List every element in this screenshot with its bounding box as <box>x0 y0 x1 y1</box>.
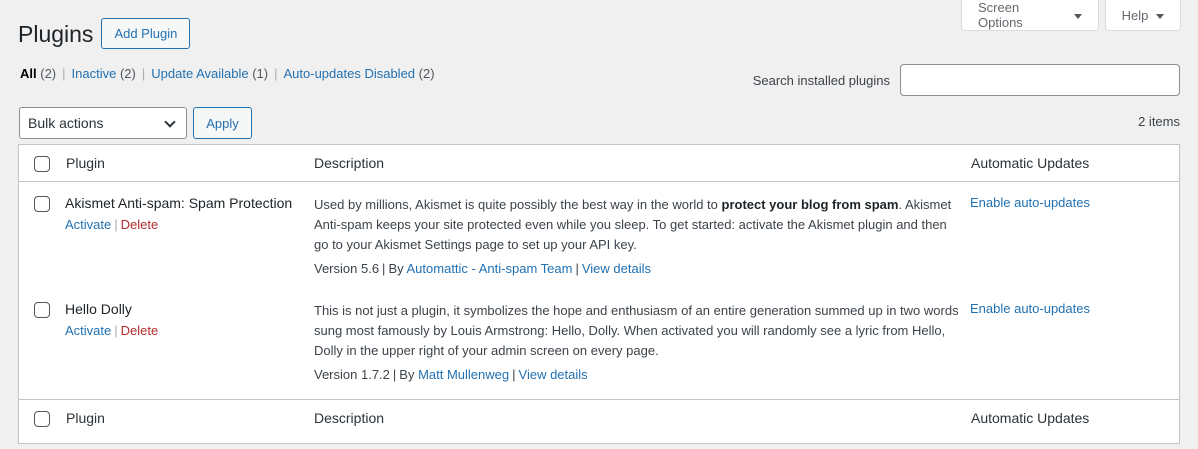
plugin-status-filters: All (2) | Inactive (2) | Update Availabl… <box>20 66 435 81</box>
filter-inactive[interactable]: Inactive <box>72 66 117 81</box>
filter-inactive-count: (2) <box>119 66 136 81</box>
activate-link[interactable]: Activate <box>65 323 111 338</box>
description-bold: protect your blog from spam <box>721 197 899 212</box>
separator: | <box>141 66 146 81</box>
items-count: 2 items <box>1138 114 1180 129</box>
tablenav-top: Bulk actions Apply 2 items <box>18 106 1180 140</box>
separator: | <box>512 367 516 382</box>
plugin-description: Used by millions, Akismet is quite possi… <box>314 195 959 255</box>
description-text: This is not just a plugin, it symbolizes… <box>314 303 959 358</box>
plugin-name: Hello Dolly <box>65 301 132 317</box>
bulk-actions-value: Bulk actions <box>28 115 104 131</box>
screen-meta-links: Screen Options Help <box>961 0 1181 31</box>
select-all-checkbox-footer[interactable] <box>34 411 50 427</box>
plugin-meta: Version 1.7.2 | By Matt Mullenweg | View det… <box>314 367 588 382</box>
table-row: Akismet Anti-spam: Spam Protection Activ… <box>19 182 1179 288</box>
separator: | <box>114 217 118 232</box>
filter-all[interactable]: All <box>20 66 37 81</box>
enable-auto-updates-link[interactable]: Enable auto-updates <box>970 195 1090 210</box>
table-footer: Plugin Description Automatic Updates <box>19 399 1179 449</box>
row-checkbox[interactable] <box>34 302 50 318</box>
by-label: By <box>388 261 404 276</box>
separator: | <box>575 261 579 276</box>
delete-link[interactable]: Delete <box>121 217 159 232</box>
plugin-description: This is not just a plugin, it symbolizes… <box>314 301 959 361</box>
bulk-actions-select[interactable]: Bulk actions <box>19 107 187 139</box>
filter-auto-updates-disabled-count: (2) <box>418 66 435 81</box>
caret-down-icon <box>1156 13 1165 19</box>
screen-options-button[interactable]: Screen Options <box>961 0 1099 31</box>
author-link[interactable]: Matt Mullenweg <box>418 367 509 382</box>
search-input[interactable] <box>900 64 1180 96</box>
filter-auto-updates-disabled[interactable]: Auto-updates Disabled <box>284 66 416 81</box>
search-label: Search installed plugins <box>752 72 890 88</box>
row-actions: Activate | Delete <box>65 323 158 338</box>
view-details-link[interactable]: View details <box>519 367 588 382</box>
screen-options-label: Screen Options <box>978 0 1023 30</box>
plugin-name: Akismet Anti-spam: Spam Protection <box>65 195 293 211</box>
column-automatic-updates-footer: Automatic Updates <box>971 410 1090 426</box>
chevron-down-icon <box>164 116 176 128</box>
apply-button[interactable]: Apply <box>193 107 252 139</box>
caret-down-icon <box>1074 13 1082 19</box>
search-box: Search installed plugins <box>753 64 1180 96</box>
separator: | <box>114 323 118 338</box>
separator: | <box>382 261 386 276</box>
author-link[interactable]: Automattic - Anti-spam Team <box>407 261 573 276</box>
column-description-footer: Description <box>314 410 385 426</box>
filter-all-count: (2) <box>40 66 57 81</box>
view-details-link[interactable]: View details <box>582 261 651 276</box>
by-label: By <box>399 367 415 382</box>
table-header: Plugin Description Automatic Updates <box>19 145 1179 182</box>
separator: | <box>392 367 397 382</box>
table-row: Hello Dolly Activate | Delete This is not … <box>19 288 1179 394</box>
filter-update-available-count: (1) <box>252 66 269 81</box>
plugin-version: Version 5.6 <box>314 261 380 276</box>
column-plugin: Plugin <box>66 155 105 171</box>
help-button[interactable]: Help <box>1105 0 1181 31</box>
plugin-meta: Version 5.6 | By Automattic - Anti-spam Te… <box>314 261 651 276</box>
plugin-version: Version 1.7.2 <box>314 367 390 382</box>
row-actions: Activate | Delete <box>65 217 158 232</box>
select-all-checkbox[interactable] <box>34 156 50 172</box>
separator: | <box>274 66 278 81</box>
separator: | <box>62 66 66 81</box>
column-automatic-updates: Automatic Updates <box>971 155 1090 171</box>
heading-row: Plugins Add Plugin <box>18 18 191 49</box>
row-checkbox[interactable] <box>34 196 50 212</box>
enable-auto-updates-link[interactable]: Enable auto-updates <box>970 301 1090 316</box>
activate-link[interactable]: Activate <box>65 217 111 232</box>
description-text: Used by millions, Akismet is quite possi… <box>314 197 722 212</box>
help-label: Help <box>1121 7 1149 23</box>
delete-link[interactable]: Delete <box>121 323 159 338</box>
column-description: Description <box>314 155 385 171</box>
column-plugin-footer: Plugin <box>66 410 105 426</box>
add-plugin-button[interactable]: Add Plugin <box>101 18 191 49</box>
page-title: Plugins <box>18 20 94 47</box>
plugins-table: Plugin Description Automatic Updates Aki… <box>18 144 1180 444</box>
filter-update-available[interactable]: Update Available <box>151 66 248 81</box>
